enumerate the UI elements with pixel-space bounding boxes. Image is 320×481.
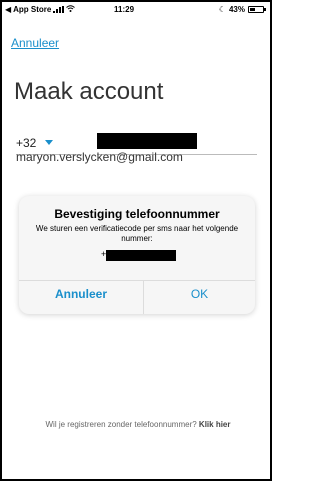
back-to-app-store[interactable]: ◀ App Store (5, 5, 51, 14)
battery-percentage: 43% (228, 5, 245, 14)
status-left: ◀ App Store (5, 5, 76, 14)
cellular-signal-icon (53, 6, 65, 13)
alert-message: We sturen een verificatiecode per sms na… (35, 224, 239, 243)
cancel-link[interactable]: Annuleer (11, 36, 59, 50)
moon-icon: ☾ (218, 5, 226, 14)
alert-ok-button[interactable]: OK (144, 281, 255, 314)
alert-cancel-button[interactable]: Annuleer (19, 281, 143, 314)
battery-fill (250, 8, 256, 11)
alert-title: Bevestiging telefoonnummer (54, 207, 220, 221)
country-code: +32 (16, 136, 37, 150)
status-bar: ◀ App Store 11:29 ☾ 43% (2, 2, 270, 18)
redacted-phone-number (106, 250, 176, 261)
clock: 11:29 (114, 5, 135, 14)
battery-icon (248, 6, 266, 13)
redacted-phone-number (97, 133, 197, 149)
status-right: ☾ 43% (218, 5, 266, 14)
wifi-icon (66, 5, 76, 14)
chevron-down-icon (45, 140, 53, 145)
phone-screen: ◀ App Store 11:29 ☾ 43% Annuleer Maak ac… (0, 0, 272, 481)
click-here-link[interactable]: Klik hier (199, 420, 231, 429)
email-field[interactable]: maryon.verslycken@gmail.com (16, 150, 183, 164)
footer-text: Wil je registreren zonder telefoonnummer… (45, 420, 197, 429)
register-without-phone: Wil je registreren zonder telefoonnummer… (22, 419, 254, 431)
page-title: Maak account (14, 78, 164, 105)
confirm-phone-alert: Bevestiging telefoonnummer We sturen een… (19, 196, 255, 314)
